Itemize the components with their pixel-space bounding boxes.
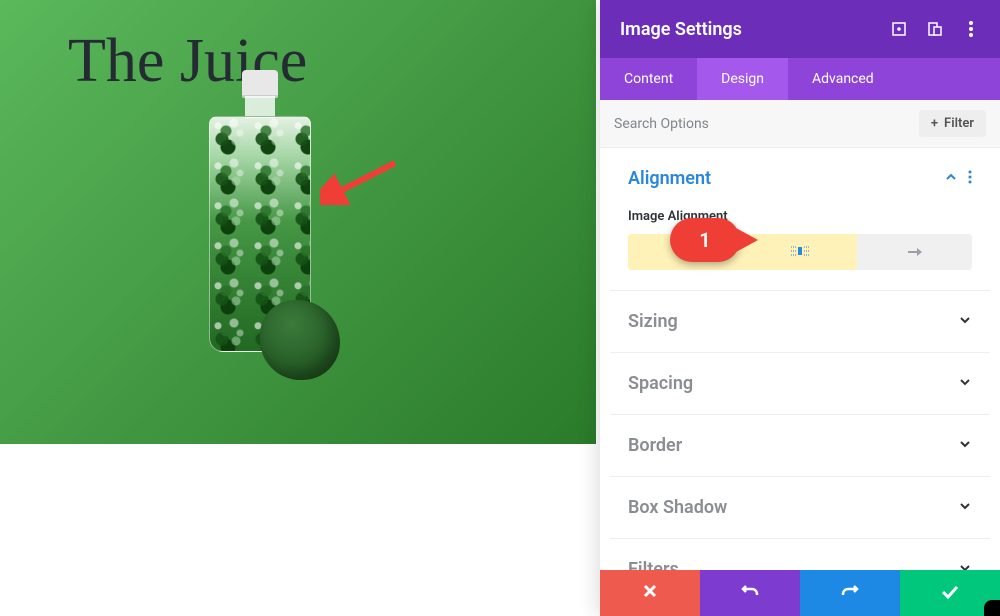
section-header-alignment[interactable]: Alignment bbox=[610, 148, 990, 209]
section-alignment: Alignment Image Alignment bbox=[610, 148, 990, 291]
align-right-option[interactable] bbox=[857, 234, 972, 270]
close-icon bbox=[642, 583, 658, 604]
tab-design[interactable]: Design bbox=[697, 58, 788, 100]
expand-icon[interactable] bbox=[890, 20, 908, 38]
panel-header: Image Settings bbox=[600, 0, 1000, 58]
redo-icon bbox=[841, 583, 859, 604]
search-row: + Filter bbox=[600, 100, 1000, 148]
section-title: Border bbox=[628, 435, 682, 456]
chevron-down-icon bbox=[958, 498, 972, 517]
section-header-border[interactable]: Border bbox=[610, 415, 990, 476]
tab-advanced[interactable]: Advanced bbox=[788, 58, 898, 100]
callout-badge: 1 bbox=[670, 218, 740, 262]
align-right-icon bbox=[906, 243, 924, 262]
align-center-option[interactable] bbox=[743, 234, 858, 270]
panel-footer bbox=[600, 570, 1000, 616]
check-icon bbox=[941, 583, 959, 604]
settings-panel: Image Settings Content Design Advanced +… bbox=[600, 0, 1000, 616]
more-icon[interactable] bbox=[962, 20, 980, 38]
section-header-sizing[interactable]: Sizing bbox=[610, 291, 990, 352]
section-title: Sizing bbox=[628, 311, 678, 332]
chevron-up-icon bbox=[944, 169, 958, 188]
page-canvas: The Juice bbox=[0, 0, 596, 444]
chevron-down-icon bbox=[958, 312, 972, 331]
discard-button[interactable] bbox=[600, 570, 700, 616]
chevron-down-icon bbox=[958, 436, 972, 455]
filter-button[interactable]: + Filter bbox=[919, 110, 986, 137]
undo-icon bbox=[741, 583, 759, 604]
section-title: Spacing bbox=[628, 373, 693, 394]
undo-button[interactable] bbox=[700, 570, 800, 616]
search-input[interactable] bbox=[614, 116, 919, 132]
tab-content[interactable]: Content bbox=[600, 58, 697, 100]
section-title: Box Shadow bbox=[628, 497, 727, 518]
filter-label: Filter bbox=[944, 116, 974, 131]
tabs: Content Design Advanced bbox=[600, 58, 1000, 100]
chevron-down-icon bbox=[958, 374, 972, 393]
section-sizing: Sizing bbox=[610, 291, 990, 353]
panel-title: Image Settings bbox=[620, 19, 742, 40]
redo-button[interactable] bbox=[800, 570, 900, 616]
callout-number: 1 bbox=[699, 228, 710, 252]
responsive-icon[interactable] bbox=[926, 20, 944, 38]
align-center-icon bbox=[791, 243, 809, 262]
section-title: Alignment bbox=[628, 168, 711, 189]
section-header-box-shadow[interactable]: Box Shadow bbox=[610, 477, 990, 538]
annotation-arrow bbox=[320, 155, 400, 205]
section-header-spacing[interactable]: Spacing bbox=[610, 353, 990, 414]
section-spacing: Spacing bbox=[610, 353, 990, 415]
section-box-shadow: Box Shadow bbox=[610, 477, 990, 539]
corner-badge bbox=[984, 600, 1000, 616]
more-icon[interactable] bbox=[968, 169, 972, 188]
plus-icon: + bbox=[931, 116, 938, 131]
panel-body: Alignment Image Alignment bbox=[600, 148, 1000, 616]
section-border: Border bbox=[610, 415, 990, 477]
